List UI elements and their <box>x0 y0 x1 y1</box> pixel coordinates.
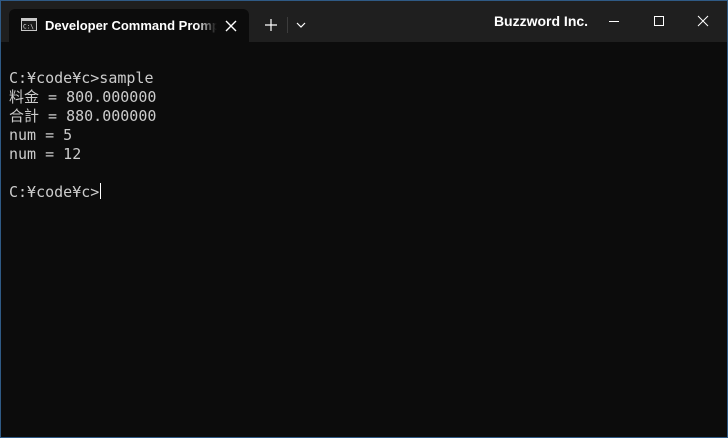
console-line: C:¥code¥c>sample <box>9 69 154 87</box>
minimize-icon[interactable] <box>599 7 629 35</box>
close-icon[interactable] <box>688 7 718 35</box>
text-cursor <box>100 183 102 199</box>
app-name: Buzzword Inc. <box>493 13 589 29</box>
maximize-icon[interactable] <box>644 7 674 35</box>
console-line: 料金 = 800.000000 <box>9 88 157 106</box>
console-line: num = 5 <box>9 126 73 144</box>
tab-title: Developer Command Prompt for VS 2022 <box>45 18 217 33</box>
command-prompt-icon: C:\ <box>21 18 37 31</box>
svg-text:C:\: C:\ <box>23 24 34 31</box>
console-output[interactable]: C:¥code¥c>sample 料金 = 800.000000 合計 = 88… <box>9 69 709 419</box>
title-bar[interactable]: C:\ Developer Command Prompt for VS 2022… <box>1 1 727 42</box>
terminal-window: C:\ Developer Command Prompt for VS 2022… <box>0 0 728 438</box>
prompt-line[interactable]: C:¥code¥c> <box>9 183 709 202</box>
tab-developer-command-prompt[interactable]: C:\ Developer Command Prompt for VS 2022 <box>9 9 249 42</box>
plus-icon[interactable] <box>260 14 282 36</box>
console-line: 合計 = 880.000000 <box>9 107 157 125</box>
prompt-text: C:¥code¥c> <box>9 183 100 201</box>
chevron-down-icon[interactable] <box>291 15 311 35</box>
console-line: num = 12 <box>9 145 82 163</box>
tab-separator <box>287 17 288 33</box>
close-icon[interactable] <box>221 16 241 36</box>
